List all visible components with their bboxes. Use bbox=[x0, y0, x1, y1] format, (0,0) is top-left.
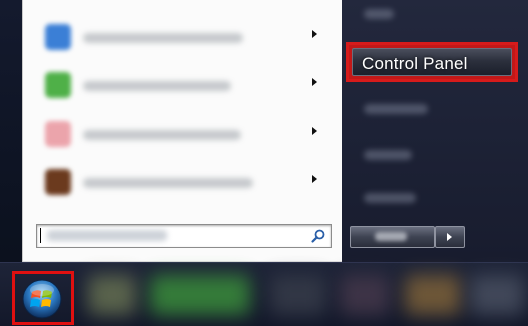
places-item[interactable] bbox=[364, 150, 412, 160]
taskbar-app[interactable] bbox=[340, 275, 390, 315]
control-panel-label: Control Panel bbox=[362, 54, 468, 73]
chevron-right-icon[interactable] bbox=[312, 30, 317, 38]
places-item[interactable] bbox=[364, 9, 394, 19]
taskbar-app[interactable] bbox=[88, 275, 136, 315]
shut-down-options-button[interactable] bbox=[435, 226, 465, 248]
taskbar-app[interactable] bbox=[270, 275, 326, 315]
chevron-right-icon[interactable] bbox=[312, 175, 317, 183]
search-placeholder bbox=[47, 230, 167, 241]
program-label bbox=[83, 33, 243, 43]
magnifier-icon[interactable] bbox=[310, 228, 326, 244]
program-item[interactable] bbox=[35, 114, 331, 154]
places-item[interactable] bbox=[364, 104, 428, 114]
program-icon bbox=[45, 24, 71, 50]
taskbar-app[interactable] bbox=[405, 275, 461, 315]
program-item[interactable] bbox=[35, 65, 331, 105]
taskbar-app[interactable] bbox=[470, 275, 524, 315]
search-input[interactable] bbox=[36, 224, 332, 248]
places-item[interactable] bbox=[364, 193, 416, 203]
start-button[interactable] bbox=[12, 271, 74, 325]
chevron-right-icon bbox=[447, 233, 452, 241]
shut-down-button[interactable] bbox=[350, 226, 435, 248]
text-caret bbox=[40, 228, 41, 243]
chevron-right-icon[interactable] bbox=[312, 78, 317, 86]
control-panel-highlight: Control Panel bbox=[352, 48, 512, 76]
program-item[interactable] bbox=[35, 17, 331, 57]
program-icon bbox=[45, 169, 71, 195]
program-icon bbox=[45, 72, 71, 98]
shut-down-label bbox=[375, 232, 407, 241]
program-label bbox=[83, 178, 253, 188]
start-menu-places-panel bbox=[342, 0, 528, 262]
taskbar-app[interactable] bbox=[150, 275, 250, 315]
program-item[interactable] bbox=[35, 162, 331, 202]
program-label bbox=[83, 130, 241, 140]
control-panel-item[interactable]: Control Panel bbox=[346, 42, 518, 82]
taskbar bbox=[0, 262, 528, 326]
start-menu-programs-panel bbox=[22, 0, 344, 263]
program-icon bbox=[45, 121, 71, 147]
windows-orb-icon bbox=[22, 279, 62, 319]
program-label bbox=[83, 81, 231, 91]
chevron-right-icon[interactable] bbox=[312, 127, 317, 135]
